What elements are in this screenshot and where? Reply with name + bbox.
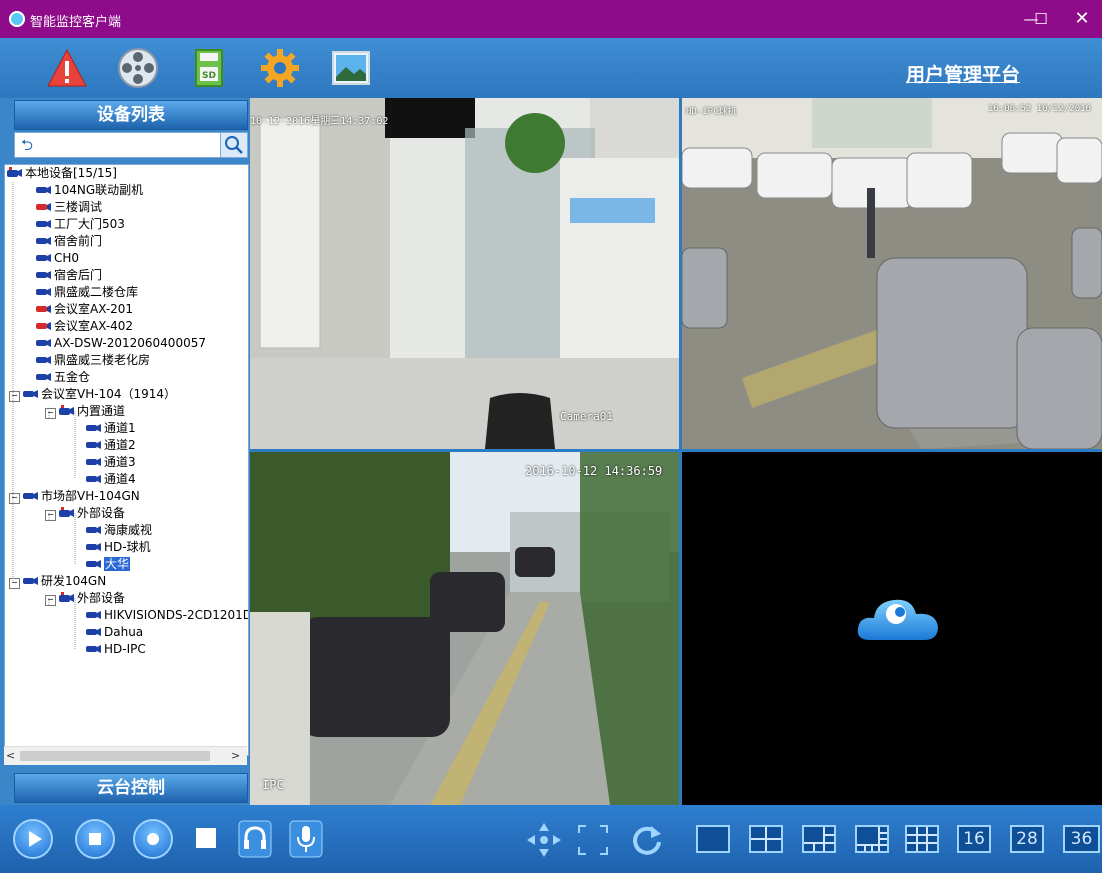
maximize-button[interactable]: ☐ [1021,6,1061,32]
bottom-control-bar: 16 28 36 [0,805,1102,873]
osd-timestamp: 16:06:52 10/12/2016 [988,104,1091,114]
osd-camera-name: Camera01 [560,410,613,423]
osd-timestamp: 10-12-2016星期三14:37:02 [250,116,389,127]
record-icon [147,833,159,845]
grid-9-icon [907,827,937,851]
device-list-header[interactable]: 设备列表 [14,100,248,130]
tree-channel-label: HIKVISIONDS-2CD1201D [104,608,249,622]
layout-16-button[interactable]: 16 [957,825,991,853]
layout-1-button[interactable] [696,825,730,853]
video-feed-street [250,452,679,805]
layout-4-button[interactable] [749,825,783,853]
film-reel-icon[interactable] [117,47,159,89]
window-title: 智能监控客户端 [30,15,122,30]
stop-button[interactable] [75,819,115,859]
cloud-logo-icon [857,599,938,640]
close-button[interactable]: ✕ [1062,6,1102,32]
video-window-1[interactable]: 10-12-2016星期三14:37:02 Camera01 [250,98,679,449]
tree-lines [12,182,76,649]
tree-horizontal-scrollbar[interactable]: < > [4,746,247,765]
video-window-3[interactable]: 2016-10-12 14:36:59 IPC [250,452,679,805]
refresh-back-icon[interactable]: ⮌ [17,135,37,155]
osd-camera-name: HD-IPC球机 [686,107,737,117]
user-management-platform-link[interactable]: 用户管理平台 [906,60,1020,87]
layout-28-button[interactable]: 28 [1010,825,1044,853]
fullscreen-icon[interactable] [576,823,610,857]
device-tree: 本地设备[15/15] 104NG联动副机 三楼调试 工厂大门503 宿舍前门 … [4,164,249,756]
device-search-input[interactable] [41,135,225,155]
layout-36-button[interactable]: 36 [1063,825,1100,853]
video-feed-parking [682,98,1102,449]
title-bar: 智能监控客户端 — ☐ ✕ [0,0,1102,38]
microphone-icon[interactable] [288,819,324,859]
record-button[interactable] [133,819,173,859]
video-window-4-empty[interactable] [682,452,1102,805]
play-icon [29,831,42,847]
app-icon [9,11,25,27]
stop-icon [89,833,101,845]
alarm-icon[interactable] [46,47,88,89]
refresh-icon[interactable] [629,822,665,858]
headphone-icon[interactable] [237,819,273,859]
snapshot-button[interactable] [193,825,219,851]
play-button[interactable] [13,819,53,859]
search-icon[interactable] [220,133,247,157]
grid-8-icon [857,827,887,851]
scroll-left-icon[interactable]: < [6,749,18,762]
main-toolbar: SD 用户管理平台 [0,38,1102,98]
layout-6-button[interactable] [802,825,836,853]
layout-9-button[interactable] [905,825,939,853]
grid-4-icon [751,827,781,851]
scroll-right-icon[interactable]: > [231,749,243,762]
sd-card-icon[interactable]: SD [188,47,230,89]
video-grid: 10-12-2016星期三14:37:02 Camera01 HD-IPC球机 … [250,98,1102,805]
sd-label: SD [202,71,216,81]
layout-8-button[interactable] [855,825,889,853]
ptz-move-icon[interactable] [525,821,563,859]
left-panel: 设备列表 ⮌ 本地设备[15/15] 104NG联动副机 三楼调试 工厂大门50… [0,98,250,805]
device-search-bar: ⮌ [14,132,248,158]
picture-icon[interactable] [330,47,372,89]
video-window-2[interactable]: HD-IPC球机 16:06:52 10/12/2016 [682,98,1102,449]
scrollbar-thumb[interactable] [20,751,210,761]
settings-gear-icon[interactable] [259,47,301,89]
video-feed-office [250,98,679,449]
grid-6-icon [804,827,834,851]
osd-timestamp: 2016-10-12 14:36:59 [525,464,663,478]
ptz-control-header[interactable]: 云台控制 [14,773,248,803]
osd-camera-name: IPC [262,778,284,792]
